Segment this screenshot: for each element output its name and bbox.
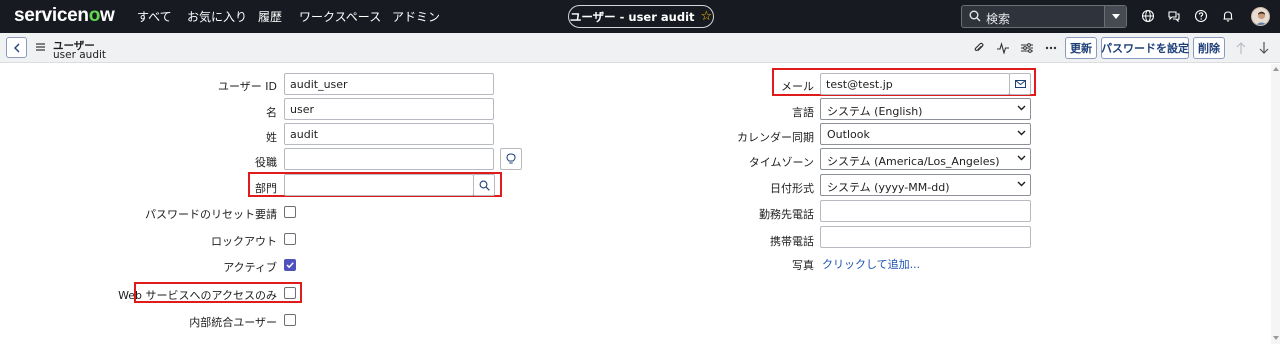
chevron-down-icon xyxy=(1017,181,1026,187)
timezone-selected-value: システム (America/Los_Angeles) xyxy=(827,155,1000,168)
set-password-button[interactable]: パスワードを設定 xyxy=(1101,37,1189,59)
title-suggestion-button[interactable] xyxy=(500,148,522,170)
chevron-left-icon xyxy=(13,43,19,52)
add-photo-link[interactable]: クリックして追加... xyxy=(822,256,920,272)
photo-label: 写真 xyxy=(792,259,814,272)
top-navigation-bar: servicenow すべて お気に入り 履歴 ワークスペース アドミン ユーザ… xyxy=(0,0,1280,33)
record-name-label: user audit xyxy=(53,49,107,61)
chevron-down-icon xyxy=(1017,130,1026,136)
caret-down-icon xyxy=(1111,14,1120,19)
chevron-down-icon xyxy=(1017,105,1026,111)
date-format-label: 日付形式 xyxy=(770,182,814,195)
title-label: 役職 xyxy=(255,156,277,169)
locked-out-label: ロックアウト xyxy=(211,235,277,248)
last-name-label: 姓 xyxy=(266,131,277,144)
last-name-field[interactable]: audit xyxy=(284,123,494,145)
nav-menu-all[interactable]: すべて xyxy=(137,8,172,25)
internal-integration-label: 内部統合ユーザー xyxy=(189,316,277,329)
vertical-scrollbar[interactable] xyxy=(1271,64,1280,344)
first-name-field[interactable]: user xyxy=(284,98,494,120)
nav-menu-workspaces[interactable]: ワークスペース xyxy=(299,8,381,25)
back-button[interactable] xyxy=(6,37,27,58)
personalize-form-icon[interactable] xyxy=(1021,42,1033,54)
nav-menu-favorites[interactable]: お気に入り xyxy=(187,8,247,25)
language-select[interactable]: システム (English) xyxy=(820,98,1031,120)
user-id-label: ユーザー ID xyxy=(218,80,277,93)
checkmark-icon xyxy=(286,262,294,269)
search-icon xyxy=(969,10,981,22)
attachment-icon[interactable] xyxy=(973,42,985,54)
first-name-label: 名 xyxy=(266,106,277,119)
active-label: アクティブ xyxy=(223,261,277,274)
scroll-up-arrow-icon[interactable] xyxy=(1273,67,1279,71)
nav-menu-history[interactable]: 履歴 xyxy=(258,8,282,25)
favorite-star-icon[interactable]: ☆ xyxy=(701,9,713,24)
search-scope-dropdown[interactable] xyxy=(1104,6,1126,27)
previous-record-arrow-icon[interactable] xyxy=(1235,41,1247,55)
locked-out-checkbox[interactable] xyxy=(284,233,296,245)
mobile-phone-field[interactable] xyxy=(820,226,1031,248)
update-button[interactable]: 更新 xyxy=(1065,37,1097,59)
department-field[interactable] xyxy=(284,174,474,196)
active-checkbox[interactable] xyxy=(284,259,296,271)
next-record-arrow-icon[interactable] xyxy=(1258,41,1270,55)
date-format-selected-value: システム (yyyy-MM-dd) xyxy=(827,181,950,194)
nav-menu-admin[interactable]: アドミン xyxy=(392,8,440,25)
department-label: 部門 xyxy=(255,182,277,195)
more-options-icon[interactable] xyxy=(1045,42,1057,54)
record-title-text: ユーザー - user audit xyxy=(569,9,695,24)
language-label: 言語 xyxy=(792,106,814,119)
mobile-phone-label: 携帯電話 xyxy=(770,235,814,248)
avatar-image xyxy=(1255,11,1268,25)
help-icon[interactable] xyxy=(1194,9,1208,23)
context-menu-icon[interactable] xyxy=(36,43,45,51)
date-format-select[interactable]: システム (yyyy-MM-dd) xyxy=(820,174,1031,196)
calendar-sync-select[interactable]: Outlook xyxy=(820,123,1031,145)
envelope-icon xyxy=(1014,80,1026,88)
calendar-sync-label: カレンダー同期 xyxy=(737,131,814,144)
language-selected-value: システム (English) xyxy=(827,105,923,118)
business-phone-field[interactable] xyxy=(820,200,1031,222)
timezone-label: タイムゾーン xyxy=(748,156,814,169)
web-service-access-checkbox[interactable] xyxy=(284,287,296,299)
email-field[interactable]: test@test.jp xyxy=(820,73,1010,95)
activity-stream-icon[interactable] xyxy=(997,42,1009,54)
user-id-field[interactable]: audit_user xyxy=(284,73,494,95)
title-field[interactable] xyxy=(284,148,494,170)
send-email-button[interactable] xyxy=(1009,73,1031,95)
delete-button[interactable]: 削除 xyxy=(1193,37,1225,59)
user-avatar[interactable] xyxy=(1251,7,1270,26)
notification-bell-icon[interactable] xyxy=(1221,9,1235,23)
password-reset-label: パスワードのリセット要請 xyxy=(145,208,277,221)
lightbulb-icon xyxy=(506,153,516,164)
record-title-pill[interactable]: ユーザー - user audit ☆ xyxy=(568,5,714,28)
password-reset-checkbox[interactable] xyxy=(284,206,296,218)
department-lookup-button[interactable] xyxy=(473,174,495,196)
business-phone-label: 勤務先電話 xyxy=(759,208,814,221)
form-header: ユーザー user audit 更新 パスワードを設定 削除 xyxy=(0,33,1280,63)
global-search[interactable]: 検索 xyxy=(961,5,1127,28)
scroll-down-arrow-icon[interactable] xyxy=(1273,336,1279,340)
email-label: メール xyxy=(781,80,814,93)
search-icon xyxy=(479,180,490,191)
web-service-access-label: Web サービスへのアクセスのみ xyxy=(118,289,277,302)
calendar-sync-selected-value: Outlook xyxy=(827,128,870,141)
search-placeholder: 検索 xyxy=(986,12,1011,26)
chat-icon[interactable] xyxy=(1167,9,1181,23)
timezone-select[interactable]: システム (America/Los_Angeles) xyxy=(820,148,1031,170)
globe-icon[interactable] xyxy=(1141,9,1155,23)
internal-integration-checkbox[interactable] xyxy=(284,314,296,326)
chevron-down-icon xyxy=(1017,155,1026,161)
servicenow-logo[interactable]: servicenow xyxy=(14,5,115,27)
